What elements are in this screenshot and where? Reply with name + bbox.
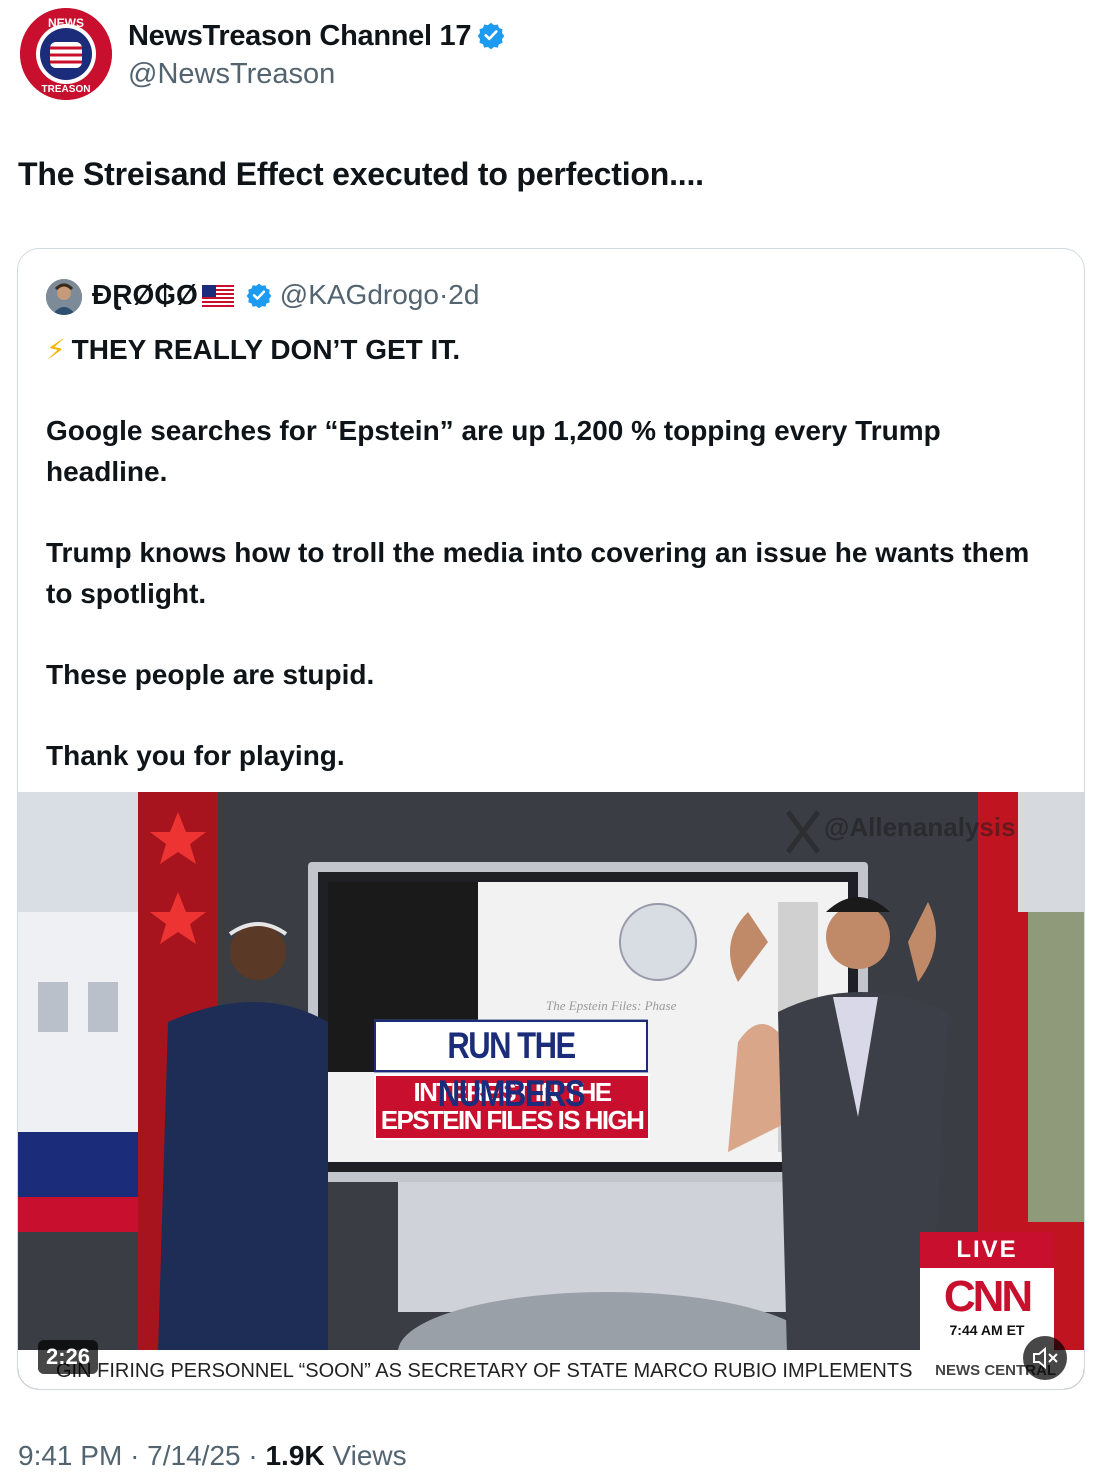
quote-paragraph-1-text: THEY REALLY DON’T GET IT. xyxy=(71,334,461,365)
ticker-text: GIN FIRING PERSONNEL “SOON” AS SECRETARY… xyxy=(56,1360,913,1382)
quote-verified-badge-icon xyxy=(246,283,272,308)
screen-document-text: The Epstein Files: Phase xyxy=(546,998,677,1013)
meta-separator-1: · xyxy=(130,1440,140,1471)
cnn-logo: CNN xyxy=(943,1272,1033,1321)
tweet-meta: 9:41 PM · 7/14/25 · 1.9K Views xyxy=(18,1440,407,1472)
video-watermark: @Allenanalysis xyxy=(824,812,1016,842)
lightning-icon: ⚡ xyxy=(46,334,66,365)
lower-third-banner: RUN THE NUMBERS INTEREST IN THE EPSTEIN … xyxy=(374,1019,650,1140)
author-handle[interactable]: @NewsTreason xyxy=(128,58,335,91)
news-treason-logo: NEWS TREASON xyxy=(20,8,112,100)
quote-paragraph-1: ⚡ THEY REALLY DON’T GET IT. xyxy=(46,329,1056,370)
quote-age[interactable]: 2d xyxy=(448,279,479,310)
quote-author-avatar[interactable] xyxy=(46,279,82,315)
news-ticker: GIN FIRING PERSONNEL “SOON” AS SECRETARY… xyxy=(18,1350,1084,1389)
author-name[interactable]: NewsTreason Channel 17 xyxy=(128,20,471,52)
verified-badge-icon xyxy=(477,22,505,49)
quote-paragraph-4: These people are stupid. xyxy=(46,659,375,690)
tweet-date[interactable]: 7/14/25 xyxy=(147,1440,240,1471)
author-avatar[interactable]: NEWS TREASON xyxy=(20,8,112,100)
mute-button[interactable] xyxy=(1023,1336,1067,1380)
avatar-text-bottom: TREASON xyxy=(42,84,91,95)
video-duration: 2:26 xyxy=(38,1340,99,1374)
quote-separator: · xyxy=(438,279,449,310)
author-name-row[interactable]: NewsTreason Channel 17 xyxy=(128,20,505,53)
quoted-tweet-card[interactable]: ĐⱤØ₲Ø @KAGdrogo·2d ⚡ THEY REALLY DON’T GET… xyxy=(17,248,1085,1390)
quote-body: ⚡ THEY REALLY DON’T GET IT. Google search… xyxy=(46,329,1056,816)
tweet-text: The Streisand Effect executed to perfect… xyxy=(18,156,704,192)
speaker-muted-icon xyxy=(1033,1346,1058,1370)
views-label: Views xyxy=(332,1440,407,1471)
meta-separator-2: · xyxy=(248,1440,258,1471)
views-count[interactable]: 1.9K xyxy=(265,1440,324,1471)
cnn-live-bug: LIVE CNN 7:44 AM ET xyxy=(920,1232,1054,1350)
quote-author-handle[interactable]: @KAGdrogo xyxy=(280,279,439,310)
quote-paragraph-5: Thank you for playing. xyxy=(46,740,345,771)
us-flag-icon xyxy=(201,285,234,307)
quote-author-name[interactable]: ĐⱤØ₲Ø xyxy=(92,279,198,310)
quote-header: ĐⱤØ₲Ø @KAGdrogo·2d xyxy=(92,279,479,311)
live-label: LIVE xyxy=(920,1232,1054,1268)
video-player[interactable]: @Allenanalysis RUN THE NUMBERS INTEREST … xyxy=(18,792,1084,1389)
quote-paragraph-2: Google searches for “Epstein” are up 1,2… xyxy=(46,415,941,487)
quote-paragraph-3: Trump knows how to troll the media into … xyxy=(46,537,1030,609)
avatar-text-top: NEWS xyxy=(48,16,84,30)
tweet-time[interactable]: 9:41 PM xyxy=(18,1440,122,1471)
avatar-image xyxy=(46,279,82,315)
banner-headline: RUN THE NUMBERS xyxy=(374,1019,648,1114)
